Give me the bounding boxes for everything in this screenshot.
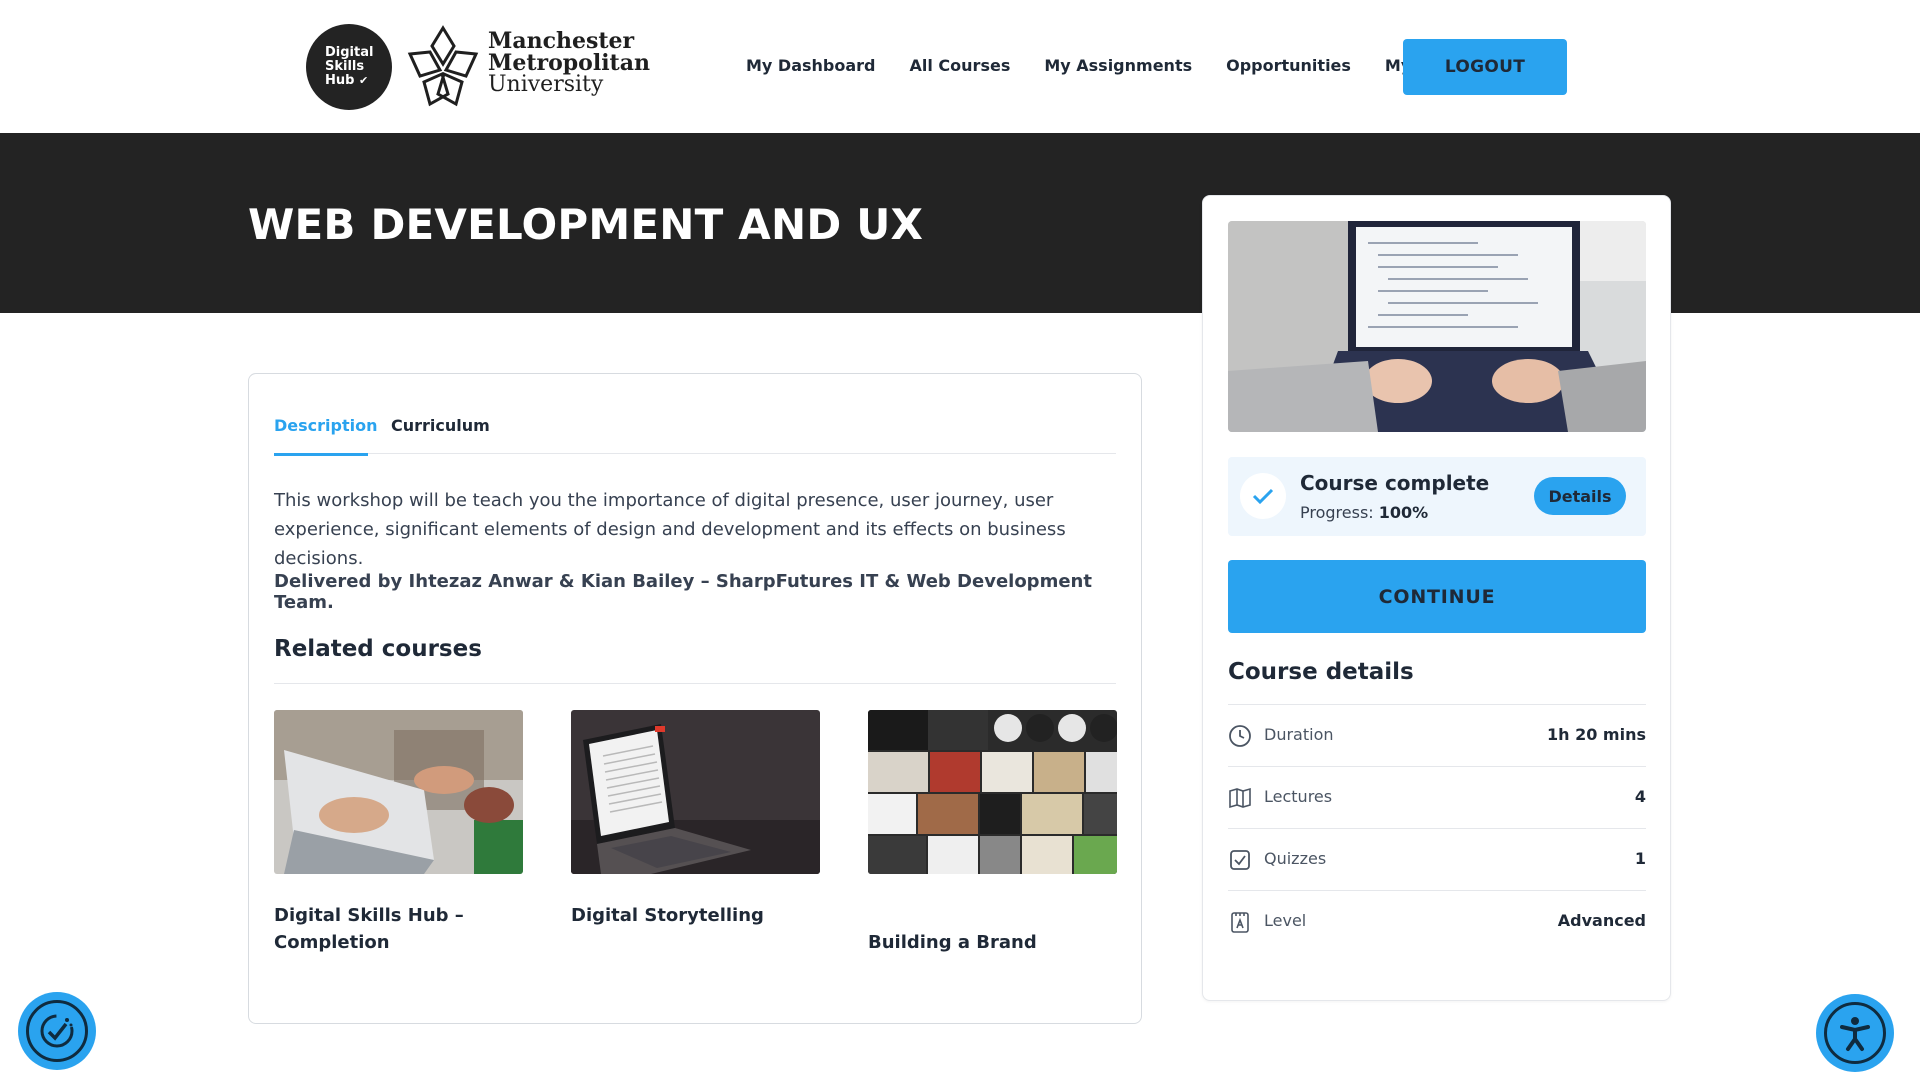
tab-description[interactable]: Description [274, 416, 377, 456]
detail-value: 4 [1634, 787, 1646, 806]
nav-all-courses[interactable]: All Courses [910, 56, 1011, 75]
level-icon [1231, 912, 1249, 933]
nav-opportunities[interactable]: Opportunities [1226, 56, 1351, 75]
tab-bar: Description Curriculum [274, 416, 1116, 456]
course-sidebar: Course complete Progress: 100% Details C… [1202, 195, 1671, 1001]
main-nav: My Dashboard All Courses My Assignments … [746, 56, 1510, 75]
course-delivered-by: Delivered by Ihtezaz Anwar & Kian Bailey… [274, 571, 1092, 613]
course-details-heading: Course details [1228, 659, 1414, 685]
detail-row-duration: Duration 1h 20 mins [1228, 704, 1646, 766]
accessibility-button[interactable] [1816, 994, 1894, 1072]
related-course-card[interactable]: Digital Storytelling [571, 710, 820, 926]
university-name[interactable]: Manchester Metropolitan University [488, 30, 650, 96]
course-description: This workshop will be teach you the impo… [274, 490, 1066, 569]
page-title: WEB DEVELOPMENT AND UX [248, 200, 924, 249]
nav-my-dashboard[interactable]: My Dashboard [746, 56, 876, 75]
detail-label: Quizzes [1264, 849, 1327, 868]
detail-row-quizzes: Quizzes 1 [1228, 828, 1646, 890]
related-course-title[interactable]: Building a Brand [868, 929, 1117, 956]
related-course-card[interactable]: Digital Skills Hub – Completion [274, 710, 523, 953]
status-title: Course complete [1300, 471, 1490, 495]
progress-text: Progress: 100% [1300, 503, 1428, 522]
logo-text-line: Skills [325, 59, 365, 74]
detail-value: Advanced [1557, 911, 1646, 930]
progress-value: 100% [1378, 503, 1429, 522]
course-thumbnail[interactable] [274, 710, 523, 874]
nav-my-assignments[interactable]: My Assignments [1044, 56, 1192, 75]
course-thumbnail[interactable] [571, 710, 820, 874]
continue-button[interactable]: CONTINUE [1228, 560, 1646, 633]
logo-text-line: Hub ✔ [325, 73, 369, 88]
clock-icon [1229, 725, 1251, 747]
progress-label: Progress: [1300, 503, 1374, 522]
related-course-title[interactable]: Digital Storytelling [571, 902, 820, 929]
course-status: Course complete Progress: 100% Details [1228, 457, 1646, 536]
detail-label: Lectures [1264, 787, 1333, 806]
checkbox-icon [1230, 850, 1250, 870]
accessibility-icon [1824, 1002, 1886, 1064]
logo-text-line: Digital [325, 45, 374, 60]
check-icon [1240, 473, 1286, 519]
related-courses-heading: Related courses [274, 636, 482, 662]
related-course-card[interactable]: Building a Brand [868, 710, 1117, 953]
university-name-line: Manchester [488, 28, 635, 54]
detail-row-level: Level Advanced [1228, 890, 1646, 952]
logout-button[interactable]: LOGOUT [1403, 39, 1567, 95]
university-crest-icon[interactable] [404, 24, 482, 110]
details-button[interactable]: Details [1534, 477, 1626, 515]
divider [274, 683, 1116, 684]
course-image [1228, 221, 1646, 432]
badge-check-icon [26, 1000, 88, 1062]
course-content-card: Description Curriculum This workshop wil… [248, 373, 1142, 1024]
badge-widget-button[interactable] [18, 992, 96, 1070]
detail-label: Level [1264, 911, 1307, 930]
detail-value: 1 [1634, 849, 1646, 868]
book-icon [1229, 787, 1251, 809]
detail-label: Duration [1264, 725, 1334, 744]
site-header: Digital Skills Hub ✔ Manchester Metropol… [0, 0, 1920, 133]
digital-skills-hub-logo[interactable]: Digital Skills Hub ✔ [306, 24, 392, 110]
university-name-line: University [488, 72, 604, 97]
detail-row-lectures: Lectures 4 [1228, 766, 1646, 828]
course-thumbnail[interactable] [868, 710, 1117, 874]
university-name-line: Metropolitan [488, 50, 650, 76]
related-course-title[interactable]: Digital Skills Hub – Completion [274, 902, 523, 956]
tab-curriculum[interactable]: Curriculum [391, 416, 490, 454]
detail-value: 1h 20 mins [1547, 725, 1646, 744]
